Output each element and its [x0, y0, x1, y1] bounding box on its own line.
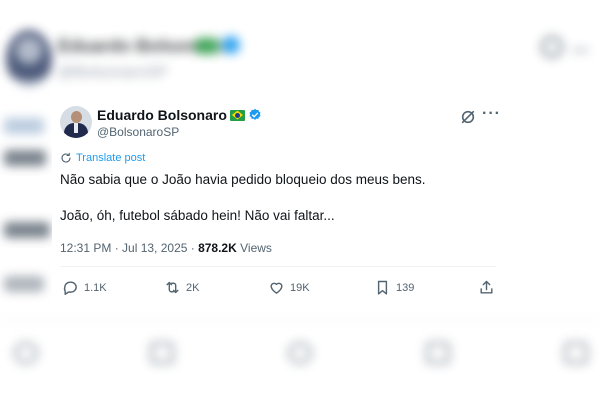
repost-button[interactable]: 2K: [164, 279, 199, 296]
like-button[interactable]: 19K: [268, 279, 310, 296]
more-options-icon[interactable]: ···: [482, 105, 501, 123]
background-grok-icon: [541, 36, 563, 58]
author-row: Eduardo Bolsonaro: [97, 107, 262, 123]
repost-icon: [166, 281, 179, 294]
background-avatar: [6, 30, 52, 88]
background-flag-icon: [196, 38, 218, 54]
tweet-metadata: 12:31 PM · Jul 13, 2025 · 878.2K Views: [60, 241, 272, 255]
tweet-card[interactable]: Eduardo Bolsonaro @BolsonaroSP ··· Trans…: [52, 96, 502, 314]
divider: [60, 266, 496, 267]
brazil-flag-icon: [229, 109, 245, 121]
share-button[interactable]: [478, 279, 495, 296]
background-verified-icon: [222, 36, 240, 54]
background-text-block: [4, 276, 44, 292]
background-like-icon: [288, 342, 312, 364]
translate-icon: [61, 152, 71, 163]
views-label: Views: [236, 241, 272, 255]
background-more-icon: ···: [572, 38, 590, 63]
translate-label: Translate post: [76, 152, 146, 164]
like-count: 19K: [290, 281, 310, 294]
verified-badge-icon: [249, 108, 261, 120]
background-views-icon: [426, 342, 450, 364]
author-name[interactable]: Eduardo Bolsonaro: [97, 107, 227, 123]
bookmark-count: 139: [396, 281, 415, 294]
heart-icon: [270, 282, 283, 294]
share-icon: [480, 280, 493, 294]
translate-post-link[interactable]: Translate post: [60, 152, 145, 164]
background-reply-icon: [14, 342, 38, 364]
background-divider: [0, 320, 600, 321]
tweet-text-line-2: João, óh, futebol sábado hein! Não vai f…: [60, 208, 335, 223]
background-text-block: [4, 150, 46, 166]
tweet-text-line-1: Não sabia que o João havia pedido bloque…: [60, 172, 426, 187]
bookmark-icon: [377, 280, 388, 295]
background-share-icon: [564, 342, 588, 364]
reply-button[interactable]: 1.1K: [62, 279, 107, 296]
author-handle[interactable]: @BolsonaroSP: [97, 125, 179, 139]
reply-count: 1.1K: [84, 281, 107, 294]
bookmark-button[interactable]: 139: [374, 279, 414, 296]
grok-icon[interactable]: [460, 109, 476, 125]
reply-icon: [63, 281, 77, 295]
background-text-block: [4, 118, 44, 134]
background-repost-icon: [150, 342, 174, 364]
avatar[interactable]: [60, 106, 92, 138]
repost-count: 2K: [186, 281, 200, 294]
timestamp[interactable]: 12:31 PM · Jul 13, 2025 ·: [60, 241, 198, 255]
action-bar: 1.1K 2K 19K 139: [60, 279, 496, 301]
background-text-block: [4, 222, 50, 238]
background-handle: @BolsonaroSP: [58, 64, 168, 81]
views-count: 878.2K: [198, 241, 237, 255]
